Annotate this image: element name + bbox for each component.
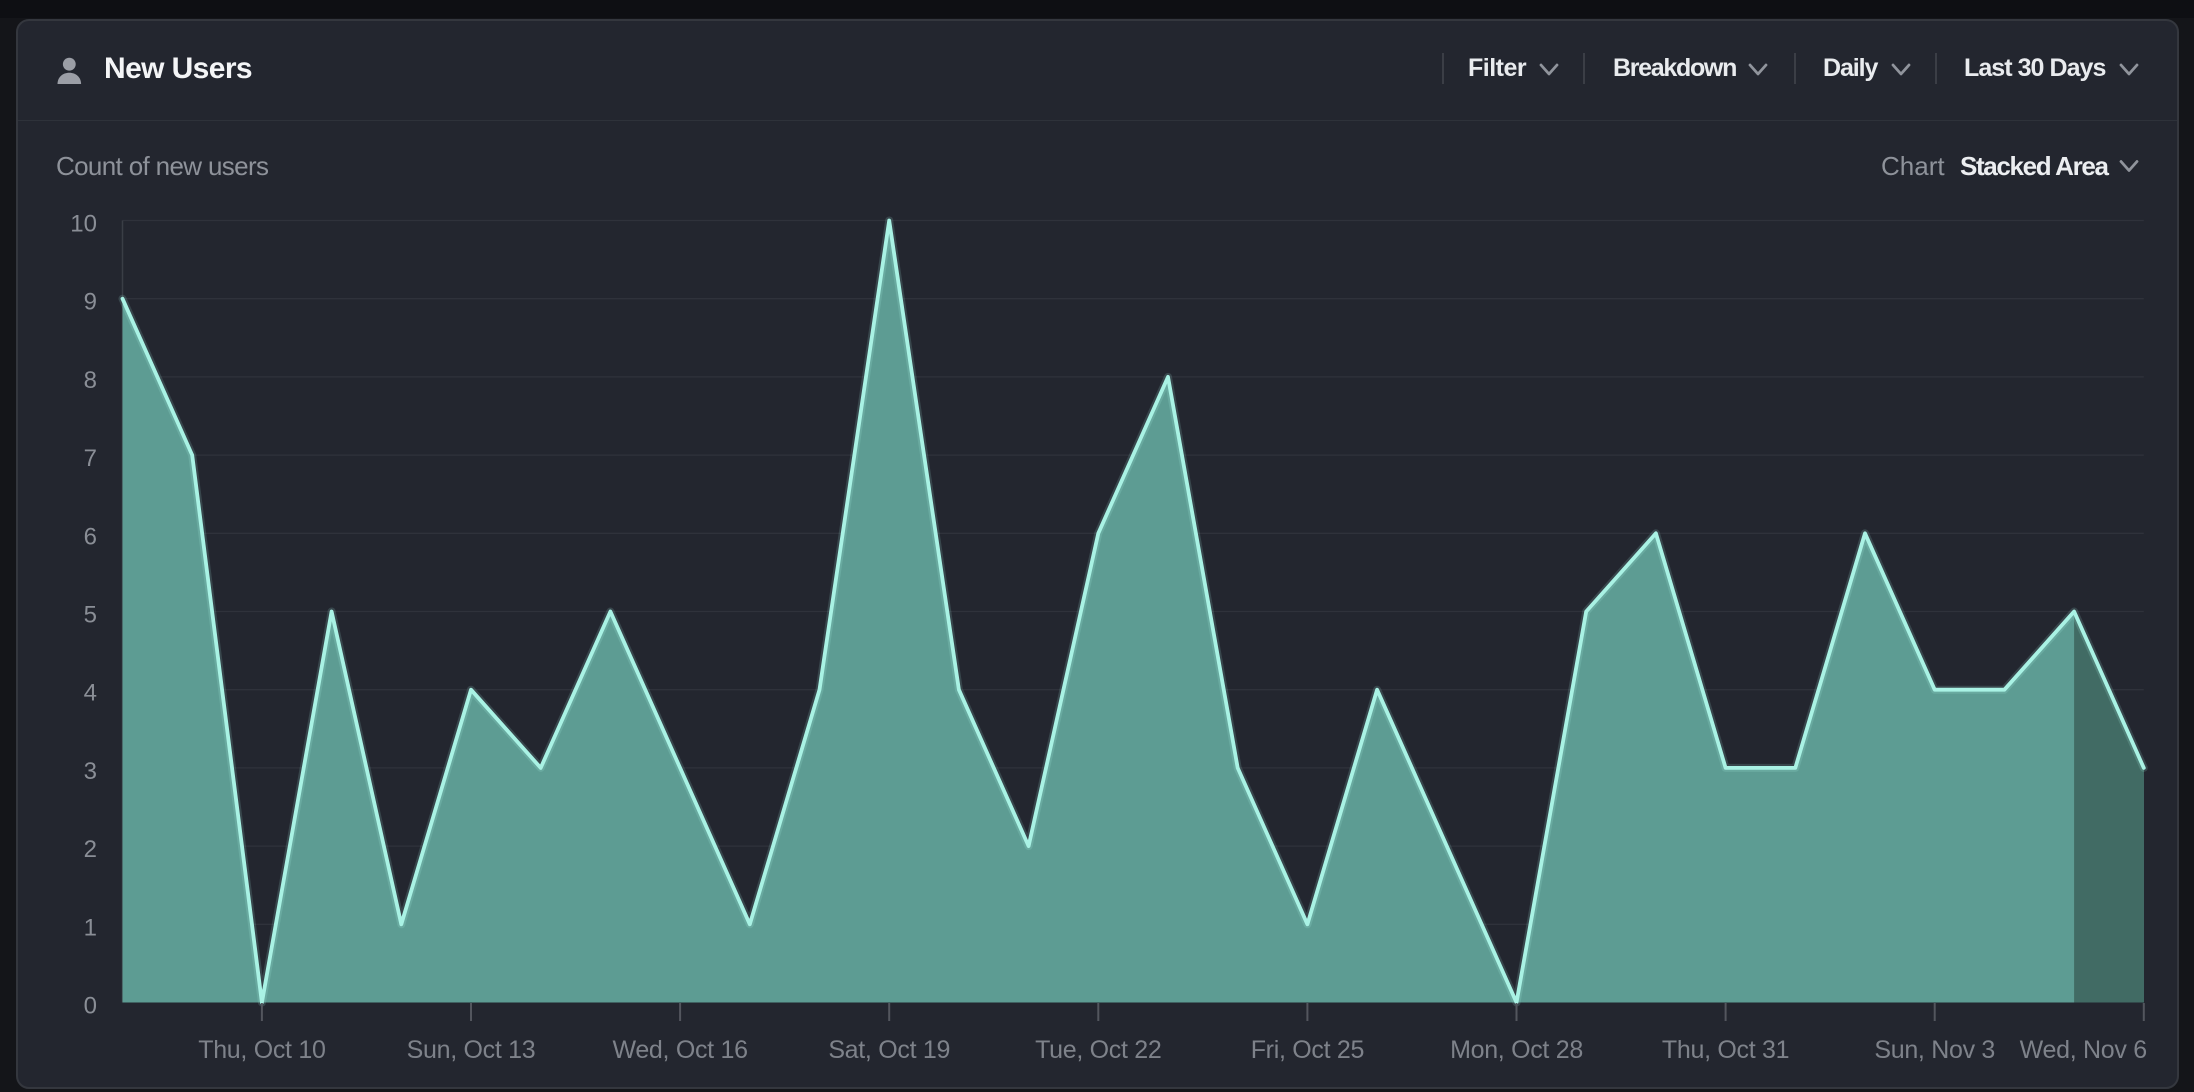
svg-text:3: 3 — [84, 758, 97, 785]
svg-text:9: 9 — [84, 289, 97, 316]
svg-text:6: 6 — [84, 523, 97, 550]
svg-text:Mon, Oct 28: Mon, Oct 28 — [1450, 1036, 1583, 1064]
svg-text:10: 10 — [70, 211, 97, 238]
svg-text:Sat, Oct 19: Sat, Oct 19 — [828, 1036, 950, 1064]
svg-text:0: 0 — [84, 993, 97, 1020]
svg-text:Sun, Oct 13: Sun, Oct 13 — [407, 1036, 536, 1064]
svg-text:Thu, Oct 10: Thu, Oct 10 — [198, 1036, 325, 1064]
svg-text:Sun, Nov 3: Sun, Nov 3 — [1874, 1036, 1995, 1064]
svg-text:Thu, Oct 31: Thu, Oct 31 — [1662, 1036, 1789, 1064]
svg-text:2: 2 — [84, 836, 97, 863]
svg-text:4: 4 — [84, 680, 97, 707]
svg-text:Fri, Oct 25: Fri, Oct 25 — [1251, 1036, 1364, 1064]
svg-text:Wed, Oct 16: Wed, Oct 16 — [612, 1036, 747, 1064]
svg-text:Tue, Oct 22: Tue, Oct 22 — [1035, 1036, 1161, 1064]
svg-text:Wed, Nov 6: Wed, Nov 6 — [2020, 1036, 2147, 1064]
svg-text:5: 5 — [84, 602, 97, 629]
svg-text:8: 8 — [84, 367, 97, 394]
svg-text:1: 1 — [84, 914, 97, 941]
svg-text:7: 7 — [84, 445, 97, 472]
